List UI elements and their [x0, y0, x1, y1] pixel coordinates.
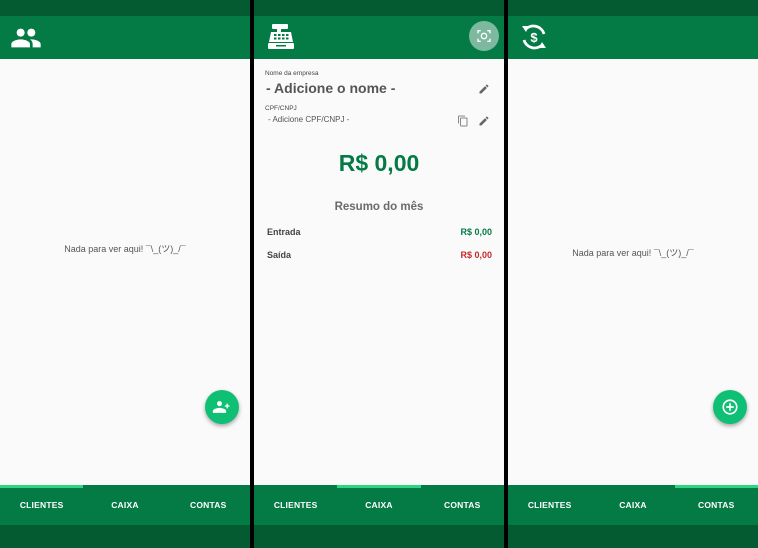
status-bar [508, 0, 758, 16]
scan-icon [477, 30, 491, 42]
system-nav-bar [0, 525, 250, 548]
edit-company-icon[interactable] [478, 83, 490, 95]
scan-button[interactable] [469, 21, 499, 51]
tab-caixa[interactable]: CAIXA [337, 485, 421, 525]
bottom-navigation: CLIENTES CAIXA CONTAS [254, 485, 504, 525]
entrada-label: Entrada [267, 227, 301, 237]
company-name-value: - Adicione o nome - [266, 80, 396, 96]
app-bar [0, 16, 250, 59]
empty-message: Nada para ver aqui! ¯\_(ツ)_/¯ [64, 244, 186, 254]
edit-cpf-icon[interactable] [478, 115, 490, 127]
caixa-screen: Nome da empresa - Adicione o nome - CPF/… [254, 0, 504, 548]
balance-value: R$ 0,00 [338, 150, 420, 176]
company-name-label: Nome da empresa [265, 70, 319, 77]
svg-text:$: $ [530, 30, 538, 45]
tab-clientes[interactable]: CLIENTES [0, 485, 84, 525]
clientes-screen: Nada para ver aqui! ¯\_(ツ)_/¯ CLIENTES C… [0, 0, 250, 548]
tab-contas[interactable]: CONTAS [167, 485, 250, 525]
contas-screen: $ Nada para ver aqui! ¯\_(ツ)_/¯ CLIENTES… [508, 0, 758, 548]
app-bar [254, 16, 504, 59]
tab-caixa[interactable]: CAIXA [83, 485, 166, 525]
entrada-value: R$ 0,00 [460, 227, 492, 237]
tab-clientes[interactable]: CLIENTES [508, 485, 591, 525]
tab-contas[interactable]: CONTAS [674, 485, 758, 525]
status-bar [0, 0, 250, 16]
empty-message: Nada para ver aqui! ¯\_(ツ)_/¯ [572, 248, 694, 258]
copy-icon[interactable] [457, 115, 469, 127]
tab-caixa[interactable]: CAIXA [591, 485, 674, 525]
system-nav-bar [254, 525, 504, 548]
people-icon [11, 28, 41, 48]
add-client-button[interactable] [205, 390, 239, 424]
tab-contas[interactable]: CONTAS [421, 485, 504, 525]
status-bar [254, 0, 504, 16]
saida-value: R$ 0,00 [460, 250, 492, 260]
saida-label: Saída [267, 250, 292, 260]
bottom-navigation: CLIENTES CAIXA CONTAS [0, 485, 250, 525]
system-nav-bar [508, 525, 758, 548]
cpf-label: CPF/CNPJ [265, 105, 297, 112]
app-bar: $ [508, 16, 758, 59]
summary-title: Resumo do mês [334, 201, 424, 213]
cash-register-icon [268, 24, 294, 49]
plus-circle-icon [722, 399, 738, 415]
tab-clientes[interactable]: CLIENTES [254, 485, 337, 525]
cpf-value: - Adicione CPF/CNPJ - [268, 115, 350, 124]
add-account-button[interactable] [713, 390, 747, 424]
person-add-icon [212, 401, 230, 413]
dollar-sync-icon: $ [522, 24, 546, 50]
bottom-navigation: CLIENTES CAIXA CONTAS [508, 485, 758, 525]
